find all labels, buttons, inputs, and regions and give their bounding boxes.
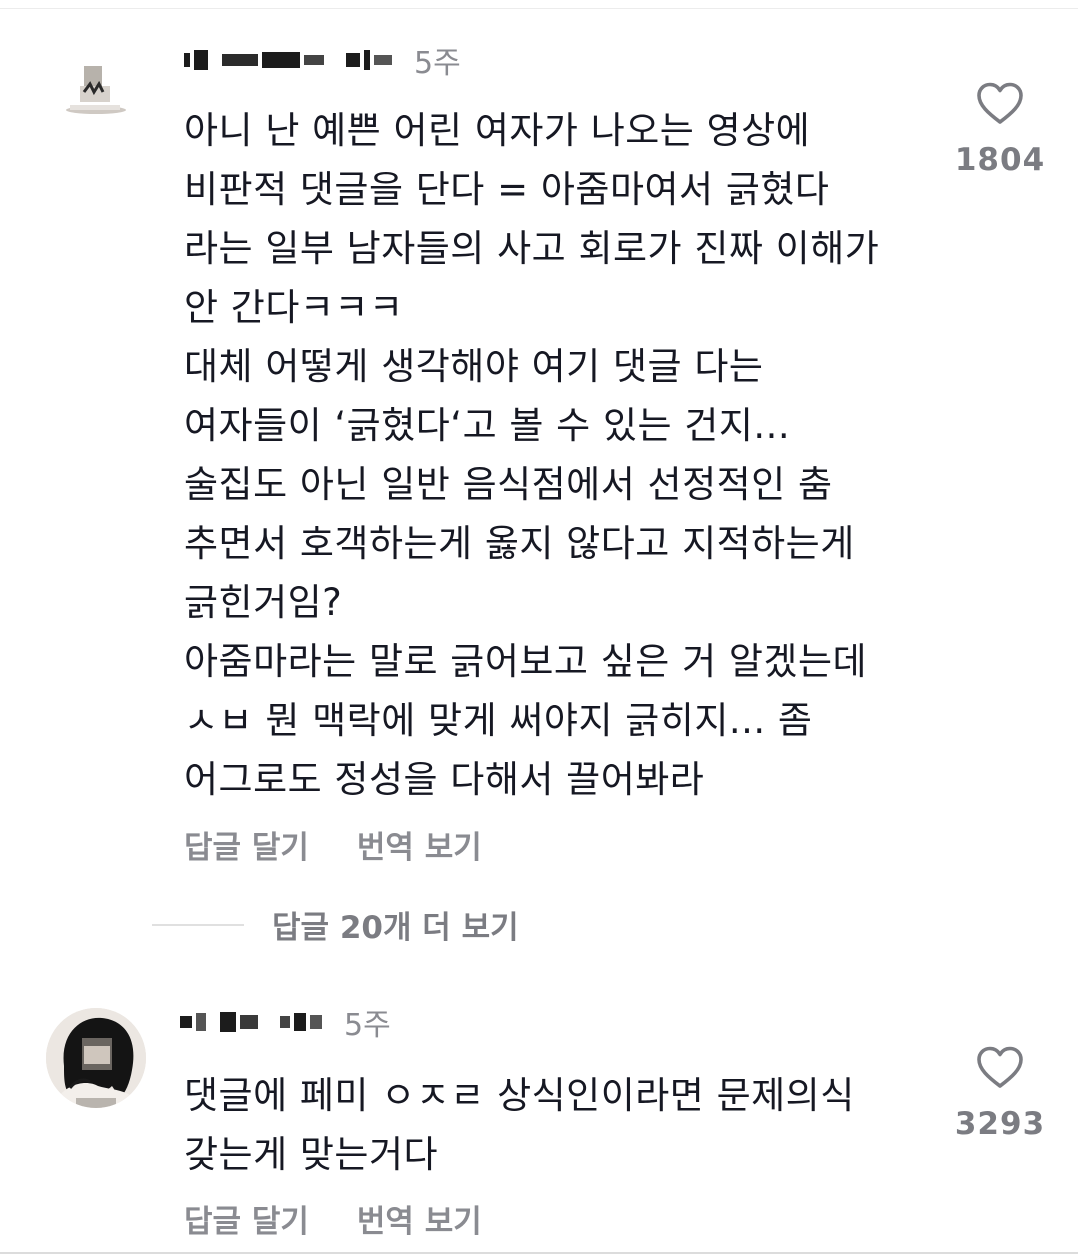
comment-line: 여자들이 ‘긁혔다‘고 볼 수 있는 건지... <box>184 404 791 447</box>
comment-text: 댓글에 페미 ㅇㅈㄹ 상식인이라면 문제의식 갖는게 맞는거다 <box>184 1066 924 1184</box>
avatar[interactable] <box>46 1008 146 1108</box>
comment-line: 긁힌거임? <box>184 581 343 624</box>
like-count: 1804 <box>954 142 1046 178</box>
comment-line: 어그로도 정성을 다해서 끌어봐라 <box>184 758 705 801</box>
comment-item: 5주 아니 난 예쁜 어린 여자가 나오는 영상에 비판적 댓글을 단다 = 아… <box>0 0 1078 960</box>
heart-outline-icon[interactable] <box>976 82 1024 126</box>
comment-actions: 답글 달기 번역 보기 <box>184 822 482 867</box>
comment-text: 아니 난 예쁜 어린 여자가 나오는 영상에 비판적 댓글을 단다 = 아줌마여… <box>184 101 924 809</box>
translate-button[interactable]: 번역 보기 <box>357 1196 482 1241</box>
comment-time: 5주 <box>414 46 461 81</box>
reply-button[interactable]: 답글 달기 <box>184 822 309 867</box>
comment-line: ㅅㅂ 뭔 맥락에 맞게 써야지 긁히지... 좀 <box>184 699 813 742</box>
comment-line: 대체 어떻게 생각해야 여기 댓글 다는 <box>184 345 764 388</box>
comment-time: 5주 <box>344 1008 391 1043</box>
comment-line: 술집도 아닌 일반 음식점에서 선정적인 춤 <box>184 463 833 506</box>
heart-outline-icon[interactable] <box>976 1046 1024 1090</box>
translate-button[interactable]: 번역 보기 <box>357 822 482 867</box>
avatar-image <box>46 1008 146 1108</box>
comment-item: 5주 댓글에 페미 ㅇㅈㄹ 상식인이라면 문제의식 갖는게 맞는거다 답글 달기… <box>0 990 1078 1252</box>
comment-header: 5주 <box>180 1002 391 1043</box>
like-count: 3293 <box>954 1106 1046 1142</box>
view-more-replies[interactable]: 답글 20개 더 보기 <box>152 902 519 947</box>
divider-line <box>152 923 244 926</box>
comment-line: 라는 일부 남자들의 사고 회로가 진짜 이해가 <box>184 227 880 270</box>
comment-line: 안 간다ㅋㅋㅋ <box>184 286 404 329</box>
like-control[interactable]: 3293 <box>945 1046 1055 1142</box>
comment-line: 비판적 댓글을 단다 = 아줌마여서 긁혔다 <box>184 168 830 211</box>
bottom-divider <box>0 1252 1078 1254</box>
avatar[interactable] <box>60 52 138 130</box>
like-control[interactable]: 1804 <box>945 82 1055 178</box>
reply-button[interactable]: 답글 달기 <box>184 1196 309 1241</box>
comment-header: 5주 <box>184 40 461 81</box>
comment-line: 아니 난 예쁜 어린 여자가 나오는 영상에 <box>184 109 811 152</box>
comment-line: 추면서 호객하는게 옳지 않다고 지적하는게 <box>184 522 855 565</box>
author-name[interactable] <box>180 1012 322 1032</box>
comment-line: 아줌마라는 말로 긁어보고 싶은 거 알겠는데 <box>184 640 868 683</box>
comment-line: 댓글에 페미 ㅇㅈㄹ 상식인이라면 문제의식 <box>184 1074 855 1117</box>
author-name[interactable] <box>184 50 392 70</box>
comment-actions: 답글 달기 번역 보기 <box>184 1196 482 1241</box>
avatar-image <box>66 66 126 114</box>
comment-line: 갖는게 맞는거다 <box>184 1133 439 1176</box>
view-more-replies-label[interactable]: 답글 20개 더 보기 <box>272 902 519 947</box>
